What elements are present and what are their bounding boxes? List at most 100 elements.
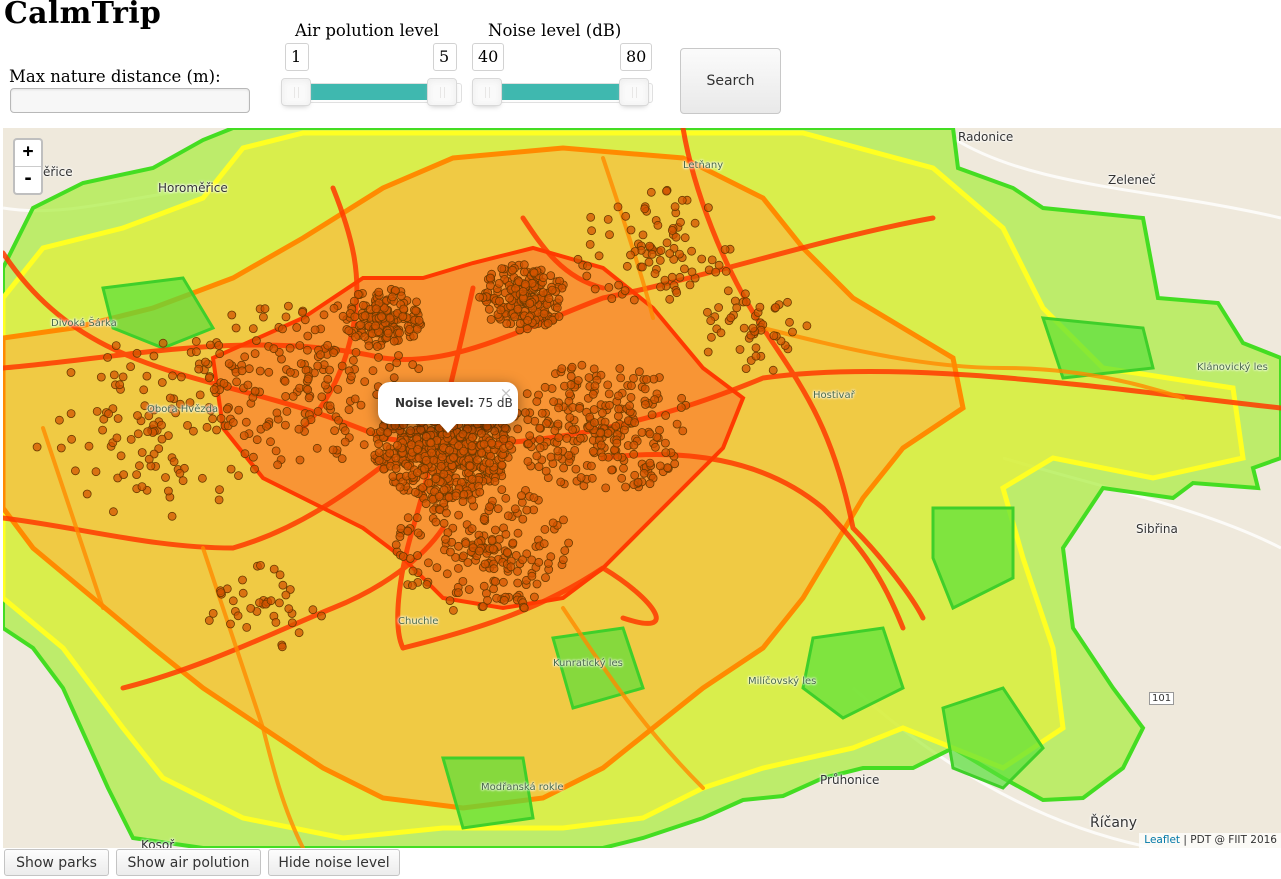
poi-marker[interactable]	[517, 491, 526, 501]
poi-marker[interactable]	[287, 618, 297, 628]
poi-marker[interactable]	[677, 393, 686, 403]
poi-marker[interactable]	[454, 541, 463, 551]
poi-marker[interactable]	[224, 359, 234, 369]
poi-marker[interactable]	[704, 203, 713, 212]
poi-marker[interactable]	[271, 446, 281, 456]
poi-marker[interactable]	[675, 249, 684, 259]
poi-marker[interactable]	[479, 439, 489, 449]
poi-marker[interactable]	[479, 515, 489, 524]
hide-noise-level-button[interactable]: Hide noise level	[268, 849, 400, 876]
poi-marker[interactable]	[337, 361, 347, 371]
poi-marker[interactable]	[461, 539, 471, 548]
poi-marker[interactable]	[714, 303, 723, 312]
poi-marker[interactable]	[395, 328, 404, 338]
poi-marker[interactable]	[116, 451, 126, 461]
poi-marker[interactable]	[508, 538, 518, 548]
poi-marker[interactable]	[157, 434, 167, 444]
poi-marker[interactable]	[645, 241, 655, 251]
poi-marker[interactable]	[568, 425, 577, 435]
poi-marker[interactable]	[412, 468, 422, 478]
poi-marker[interactable]	[303, 385, 313, 395]
poi-marker[interactable]	[96, 372, 106, 382]
poi-marker[interactable]	[603, 215, 613, 224]
poi-marker[interactable]	[330, 426, 340, 436]
poi-marker[interactable]	[650, 395, 659, 405]
poi-marker[interactable]	[584, 373, 594, 383]
poi-marker[interactable]	[142, 371, 152, 381]
poi-marker[interactable]	[297, 307, 307, 317]
poi-marker[interactable]	[325, 365, 334, 375]
poi-marker[interactable]	[485, 281, 495, 291]
poi-marker[interactable]	[485, 458, 495, 468]
poi-marker[interactable]	[546, 271, 556, 281]
poi-marker[interactable]	[414, 315, 424, 325]
poi-marker[interactable]	[499, 434, 509, 444]
poi-marker[interactable]	[422, 580, 432, 589]
poi-marker[interactable]	[158, 338, 168, 348]
poi-marker[interactable]	[598, 452, 607, 462]
poi-marker[interactable]	[524, 439, 533, 449]
poi-marker[interactable]	[539, 273, 548, 283]
poi-marker[interactable]	[502, 547, 512, 557]
poi-marker[interactable]	[487, 438, 497, 448]
poi-marker[interactable]	[228, 418, 238, 427]
poi-marker[interactable]	[587, 473, 597, 483]
poi-marker[interactable]	[194, 364, 204, 374]
poi-marker[interactable]	[703, 307, 712, 317]
poi-marker[interactable]	[385, 313, 395, 323]
poi-marker[interactable]	[144, 454, 154, 464]
poi-marker[interactable]	[410, 487, 420, 497]
poi-marker[interactable]	[310, 325, 320, 335]
zoom-out-button[interactable]: -	[15, 166, 41, 193]
poi-marker[interactable]	[629, 449, 639, 459]
poi-marker[interactable]	[200, 357, 210, 367]
poi-marker[interactable]	[617, 473, 627, 483]
poi-marker[interactable]	[202, 422, 212, 432]
poi-marker[interactable]	[132, 348, 142, 358]
poi-marker[interactable]	[493, 504, 503, 514]
poi-marker[interactable]	[98, 425, 107, 435]
poi-marker[interactable]	[248, 324, 258, 334]
poi-marker[interactable]	[139, 385, 149, 395]
poi-marker[interactable]	[313, 361, 323, 371]
poi-marker[interactable]	[711, 267, 721, 277]
poi-marker[interactable]	[655, 461, 665, 471]
poi-marker[interactable]	[222, 404, 232, 414]
poi-marker[interactable]	[588, 446, 598, 456]
poi-marker[interactable]	[371, 304, 381, 314]
poi-marker[interactable]	[399, 304, 409, 314]
poi-marker[interactable]	[338, 311, 348, 321]
poi-marker[interactable]	[513, 424, 523, 434]
poi-marker[interactable]	[304, 393, 314, 403]
poi-marker[interactable]	[191, 347, 201, 357]
poi-marker[interactable]	[630, 470, 640, 480]
poi-marker[interactable]	[534, 557, 544, 567]
poi-marker[interactable]	[553, 446, 563, 456]
poi-marker[interactable]	[547, 285, 557, 295]
poi-marker[interactable]	[665, 249, 675, 258]
poi-marker[interactable]	[612, 438, 622, 448]
poi-marker[interactable]	[611, 421, 621, 431]
poi-marker[interactable]	[161, 473, 170, 482]
poi-marker[interactable]	[303, 331, 313, 341]
poi-marker[interactable]	[685, 280, 695, 290]
poi-marker[interactable]	[329, 303, 339, 313]
poi-marker[interactable]	[240, 449, 250, 459]
poi-marker[interactable]	[590, 284, 600, 294]
poi-marker[interactable]	[589, 405, 599, 414]
poi-marker[interactable]	[550, 426, 560, 436]
poi-marker[interactable]	[467, 524, 477, 534]
poi-marker[interactable]	[234, 471, 243, 481]
poi-marker[interactable]	[480, 559, 490, 569]
poi-marker[interactable]	[523, 415, 533, 425]
poi-marker[interactable]	[317, 611, 326, 621]
poi-marker[interactable]	[613, 452, 623, 462]
poi-marker[interactable]	[586, 212, 596, 222]
poi-marker[interactable]	[621, 211, 631, 221]
poi-marker[interactable]	[334, 415, 343, 425]
poi-marker[interactable]	[344, 326, 354, 336]
poi-marker[interactable]	[439, 498, 449, 508]
poi-marker[interactable]	[532, 397, 542, 406]
poi-marker[interactable]	[113, 414, 123, 423]
poi-marker[interactable]	[411, 306, 421, 316]
